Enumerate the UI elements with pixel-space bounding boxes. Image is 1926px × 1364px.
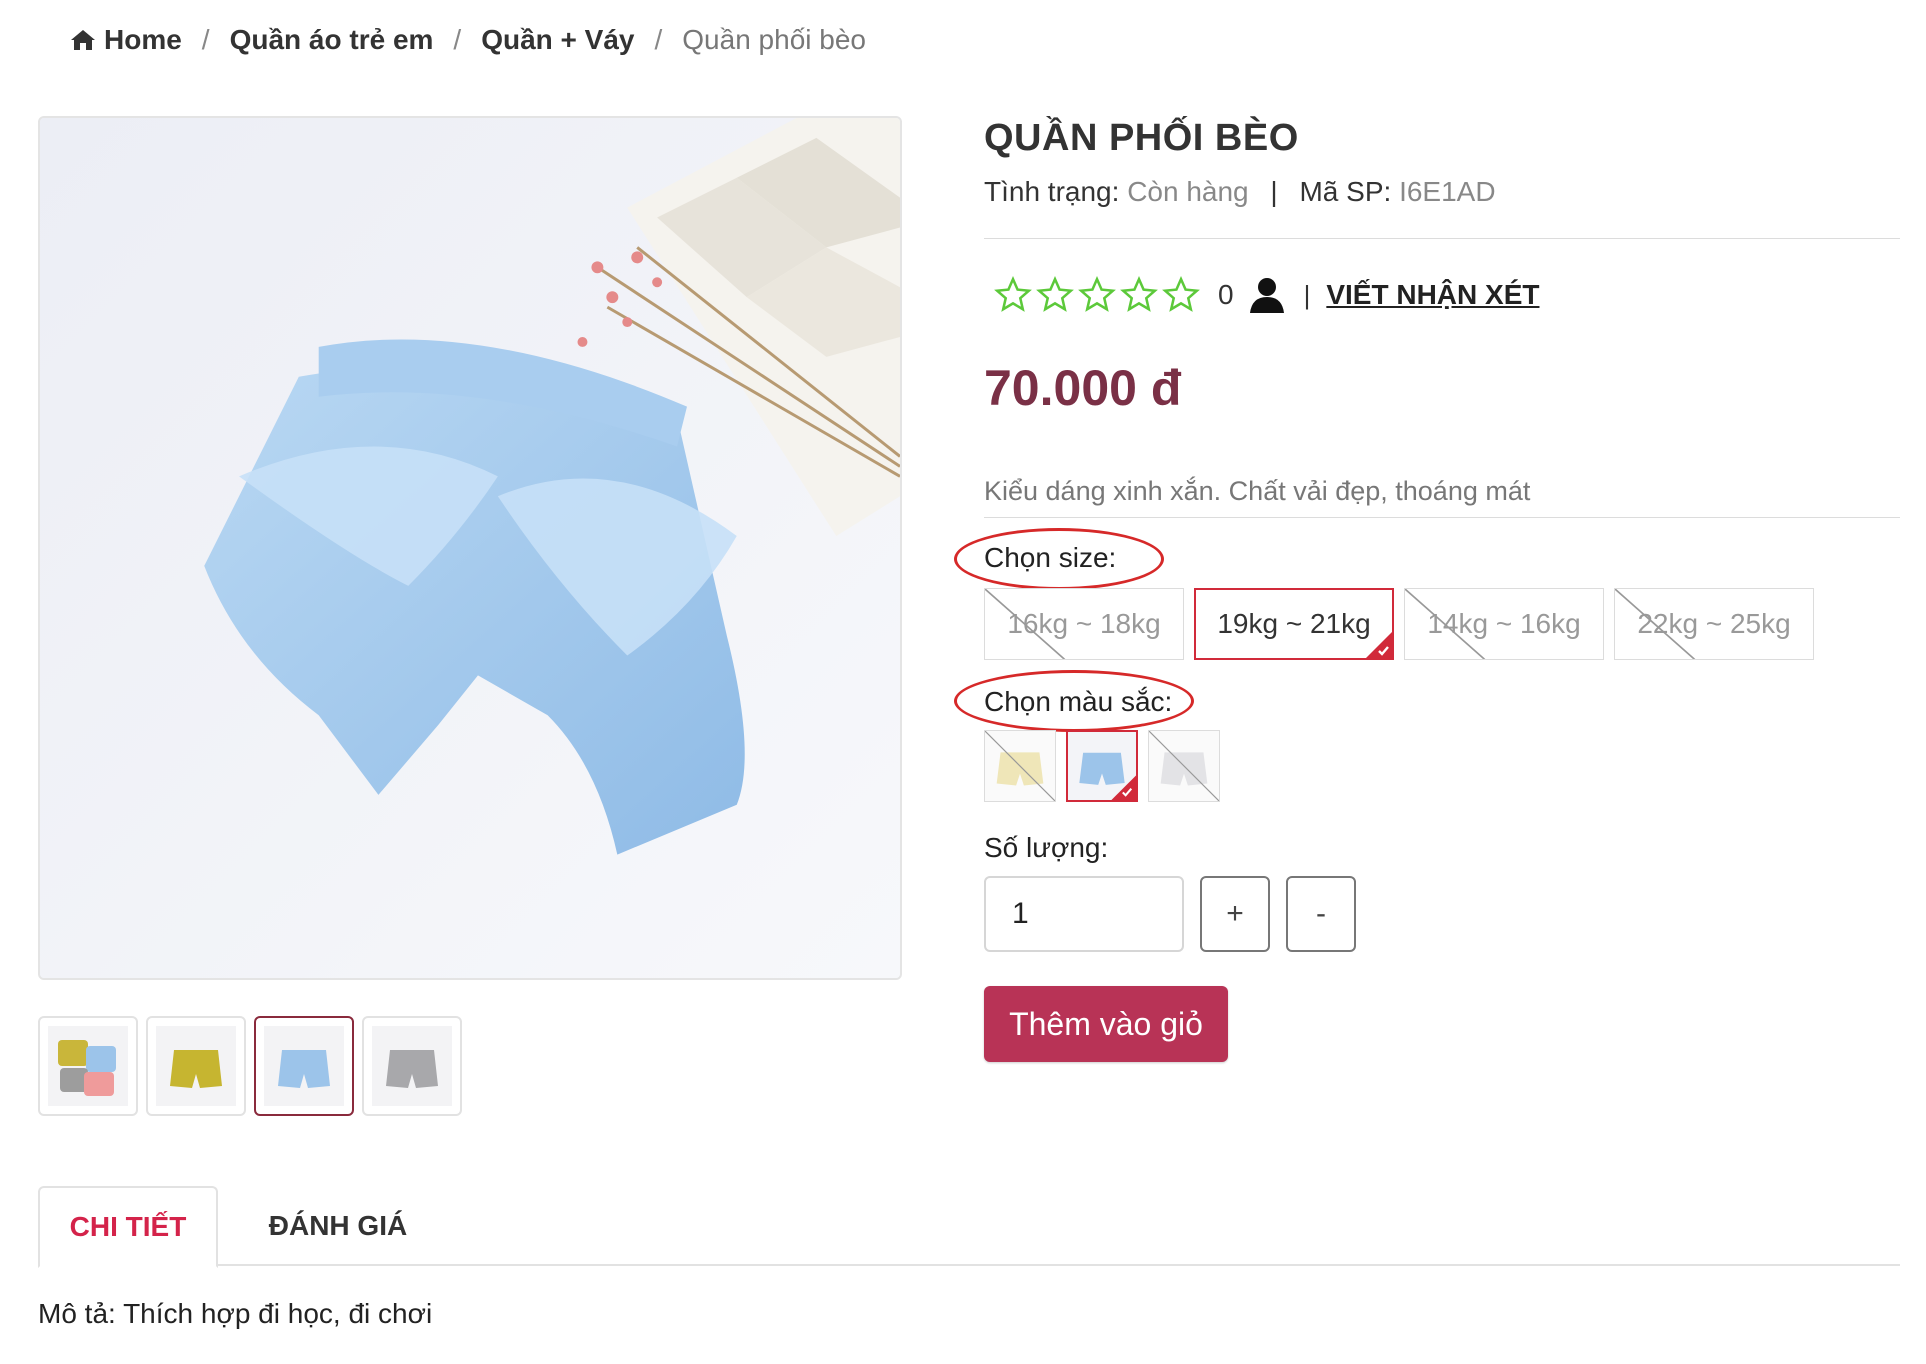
breadcrumb-separator: /	[201, 24, 210, 55]
size-option-label: 19kg ~ 21kg	[1217, 608, 1371, 639]
unavailable-strike	[985, 589, 1066, 659]
color-label: Chọn màu sắc:	[954, 670, 1194, 732]
quantity-input[interactable]	[984, 876, 1184, 952]
size-option-selected[interactable]: 19kg ~ 21kg	[1194, 588, 1394, 660]
size-option[interactable]: 14kg ~ 16kg	[1404, 588, 1604, 660]
unavailable-strike	[1405, 589, 1486, 659]
star-outline-icon[interactable]	[1036, 276, 1074, 314]
home-icon	[71, 30, 95, 50]
tab-details[interactable]: CHI TIẾT	[38, 1186, 218, 1268]
meta-separator: |	[1270, 176, 1278, 207]
grey-shorts-thumb	[372, 1026, 452, 1106]
yellow-shorts-thumb	[156, 1026, 236, 1106]
tab-reviews[interactable]: ĐÁNH GIÁ	[238, 1186, 438, 1266]
product-main-image[interactable]	[38, 116, 902, 980]
breadcrumb-separator: /	[654, 24, 663, 55]
rating-separator: |	[1303, 279, 1311, 310]
star-outline-icon[interactable]	[994, 276, 1032, 314]
breadcrumb-separator: /	[453, 24, 462, 55]
divider	[984, 238, 1900, 239]
thumbnail-yellow[interactable]	[146, 1016, 246, 1116]
star-outline-icon[interactable]	[1120, 276, 1158, 314]
user-icon	[1249, 278, 1284, 313]
breadcrumb-current: Quần phối bèo	[682, 24, 866, 55]
grey-shorts-swatch	[1149, 731, 1219, 801]
size-label: Chọn size:	[954, 528, 1164, 590]
quantity-label: Số lượng:	[984, 832, 1109, 863]
yellow-shorts-swatch	[985, 731, 1055, 801]
breadcrumb-home-link[interactable]: Home	[104, 24, 182, 56]
short-description: Kiểu dáng xinh xắn. Chất vải đẹp, thoáng…	[984, 476, 1531, 506]
thumbnail-gallery	[38, 1016, 462, 1116]
product-info: QUẦN PHỐI BÈO Tình trạng: Còn hàng | Mã …	[954, 110, 1900, 1062]
color-option-grey[interactable]	[1148, 730, 1220, 802]
color-option-yellow[interactable]	[984, 730, 1056, 802]
status-value: Còn hàng	[1127, 176, 1249, 207]
size-option[interactable]: 16kg ~ 18kg	[984, 588, 1184, 660]
add-to-cart-button[interactable]: Thêm vào giỏ	[984, 986, 1228, 1062]
thumbnail-grey[interactable]	[362, 1016, 462, 1116]
status-label: Tình trạng:	[984, 176, 1120, 207]
product-price: 70.000 đ	[984, 360, 1182, 416]
rating-row: 0 | VIẾT NHẬN XÉT	[984, 265, 1900, 325]
blue-shorts-thumb	[264, 1026, 344, 1106]
product-description: Mô tả: Thích hợp đi học, đi chơi	[38, 1298, 433, 1329]
sku-label: Mã SP:	[1299, 176, 1392, 207]
annotation-circle	[954, 670, 1194, 732]
multicolor-shorts-thumb	[48, 1026, 128, 1106]
rating-count: 0	[1218, 279, 1234, 310]
product-tabs: CHI TIẾT ĐÁNH GIÁ	[38, 1186, 1900, 1268]
blue-shorts-swatch	[1068, 732, 1136, 800]
annotation-circle	[954, 528, 1164, 590]
product-meta: Tình trạng: Còn hàng | Mã SP: I6E1AD	[984, 172, 1900, 212]
thumbnail-multicolor[interactable]	[38, 1016, 138, 1116]
blue-ruffle-shorts-photo	[40, 118, 900, 978]
product-title: QUẦN PHỐI BÈO	[984, 117, 1299, 159]
write-review-link[interactable]: VIẾT NHẬN XÉT	[1326, 279, 1539, 311]
thumbnail-blue[interactable]	[254, 1016, 354, 1116]
breadcrumb-subcategory-link[interactable]: Quần + Váy	[481, 24, 634, 56]
sku-value: I6E1AD	[1399, 176, 1496, 207]
star-rating[interactable]	[994, 276, 1200, 314]
quantity-increase-button[interactable]: +	[1200, 876, 1270, 952]
unavailable-strike	[1615, 589, 1696, 659]
breadcrumb: Home / Quần áo trẻ em / Quần + Váy / Quầ…	[70, 20, 866, 60]
star-outline-icon[interactable]	[1162, 276, 1200, 314]
color-option-blue[interactable]	[1066, 730, 1138, 802]
quantity-stepper: + -	[984, 876, 1900, 952]
quantity-decrease-button[interactable]: -	[1286, 876, 1356, 952]
size-options: 16kg ~ 18kg 19kg ~ 21kg 14kg ~ 16kg 22kg…	[984, 588, 1900, 660]
color-options	[984, 730, 1900, 802]
star-outline-icon[interactable]	[1078, 276, 1116, 314]
size-option[interactable]: 22kg ~ 25kg	[1614, 588, 1814, 660]
divider	[984, 517, 1900, 518]
breadcrumb-category-link[interactable]: Quần áo trẻ em	[230, 24, 434, 56]
selected-check-icon	[1366, 632, 1392, 658]
